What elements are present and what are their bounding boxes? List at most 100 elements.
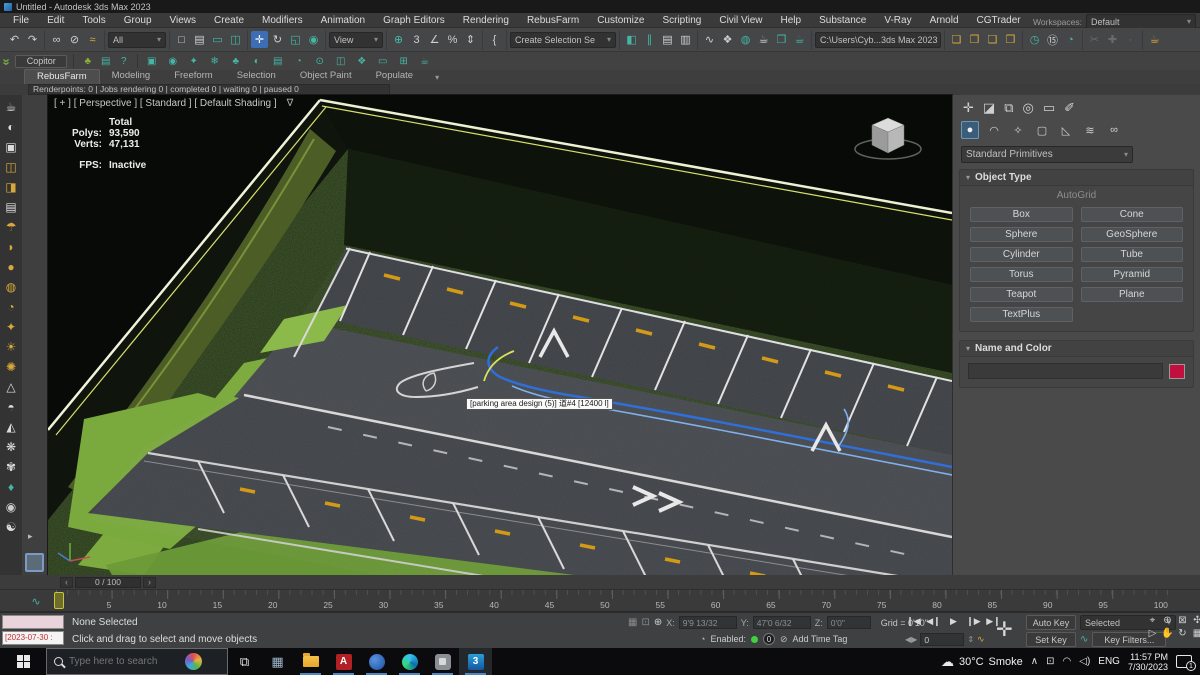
field-of-view-icon[interactable]: ▷: [1146, 628, 1159, 639]
next-frame-button[interactable]: ›: [143, 577, 156, 588]
menu-item-edit[interactable]: Edit: [38, 13, 73, 28]
vray-fur-icon[interactable]: ❋: [1, 437, 21, 456]
obj-btn-pyramid[interactable]: Pyramid: [1081, 267, 1184, 282]
add-time-tag[interactable]: Add Time Tag: [793, 634, 848, 644]
helpers-category-icon[interactable]: ◺: [1057, 121, 1075, 139]
vray-teapot-icon[interactable]: ☕: [1, 97, 21, 116]
obj-btn-cone[interactable]: Cone: [1081, 207, 1184, 222]
ribbon-tab-modeling[interactable]: Modeling: [100, 69, 163, 84]
vray-ambient-light-icon[interactable]: ✺: [1, 357, 21, 376]
menu-item-arnold[interactable]: Arnold: [921, 13, 968, 28]
video-frame-icon[interactable]: ⊞: [396, 54, 411, 69]
scene-undo-icon[interactable]: ◷: [1026, 31, 1043, 48]
current-frame-field[interactable]: 0: [920, 633, 964, 646]
render-setup-icon[interactable]: ☕: [755, 31, 772, 48]
motion-tab-icon[interactable]: ◎: [1023, 100, 1034, 116]
viewport-filter-icon[interactable]: ∇: [287, 98, 294, 109]
name-and-color-rollout-header[interactable]: ▾Name and Color: [960, 341, 1193, 357]
mini-curve-editor-icon[interactable]: ∿: [28, 594, 44, 609]
geometry-category-icon[interactable]: ●: [961, 121, 979, 139]
object-color-swatch[interactable]: [1169, 364, 1185, 379]
vray-camera-icon[interactable]: ▣: [1, 137, 21, 156]
viewport-layout-tab[interactable]: [25, 553, 44, 572]
ribbon-tab-rebusfarm[interactable]: RebusFarm: [24, 69, 100, 84]
menu-item-views[interactable]: Views: [161, 13, 206, 28]
pan-icon[interactable]: ✋: [1161, 628, 1174, 639]
camera-tools-icon[interactable]: ▣: [144, 54, 159, 69]
auto-key-button[interactable]: Auto Key: [1026, 615, 1076, 630]
snow-icon[interactable]: ❄: [207, 54, 222, 69]
menu-item-rebusfarm[interactable]: RebusFarm: [518, 13, 588, 28]
obj-btn-torus[interactable]: Torus: [970, 267, 1073, 282]
cameras-category-icon[interactable]: ▢: [1033, 121, 1051, 139]
search-input[interactable]: [69, 656, 179, 667]
edge-browser-app[interactable]: [393, 648, 426, 675]
zoom-all-icon[interactable]: ⊕: [1161, 615, 1174, 626]
menu-item-graph-editors[interactable]: Graph Editors: [374, 13, 454, 28]
timeline-ruler[interactable]: ∿ 05101520253035404550556065707580859095…: [0, 589, 1200, 612]
calculator-app[interactable]: ▦: [261, 648, 294, 675]
angle-snap-icon[interactable]: ∠: [426, 31, 443, 48]
menu-item-tools[interactable]: Tools: [73, 13, 114, 28]
mini-play-icon[interactable]: ▸: [28, 531, 33, 542]
clock[interactable]: 11:57 PM 7/30/2023: [1128, 652, 1168, 672]
menu-item-substance[interactable]: Substance: [810, 13, 875, 28]
create-tab-icon[interactable]: ✛: [963, 100, 974, 116]
vray-movie-camera-icon[interactable]: ▤: [1, 197, 21, 216]
frame-spinner-icon[interactable]: ⇕: [967, 635, 974, 644]
obj-btn-box[interactable]: Box: [970, 207, 1073, 222]
object-type-rollout-header[interactable]: ▾Object Type: [960, 170, 1193, 186]
transform-typein-icon[interactable]: ⊕: [654, 617, 662, 628]
ribbon-overflow-icon[interactable]: ▾: [435, 73, 439, 82]
bell-icon[interactable]: ◔: [291, 54, 306, 69]
copitor-button[interactable]: Copitor: [15, 55, 67, 68]
layers-tool-icon[interactable]: ◫: [333, 54, 348, 69]
menu-item-scripting[interactable]: Scripting: [653, 13, 710, 28]
file-explorer-app[interactable]: [294, 648, 327, 675]
taskbar-search[interactable]: [46, 648, 228, 675]
vray-flame-icon[interactable]: ♦: [1, 477, 21, 496]
window-crossing-icon[interactable]: ◫: [227, 31, 244, 48]
viewport-3d-scene[interactable]: [48, 95, 952, 575]
torus-tool-icon[interactable]: ⊙: [312, 54, 327, 69]
help-icon[interactable]: ?: [116, 54, 131, 69]
select-object-icon[interactable]: □: [173, 31, 190, 48]
systems-category-icon[interactable]: ∞: [1105, 121, 1123, 139]
tree-icon[interactable]: ♣: [228, 54, 243, 69]
project-path-dropdown[interactable]: C:\Users\Cyb...3ds Max 2023▾: [815, 32, 941, 48]
select-and-move-icon[interactable]: ✛: [251, 31, 268, 48]
ribbon-tab-populate[interactable]: Populate: [364, 69, 426, 84]
shapes-category-icon[interactable]: ◠: [985, 121, 1003, 139]
display-tab-icon[interactable]: ▭: [1043, 100, 1055, 116]
ribbon-tab-selection[interactable]: Selection: [225, 69, 288, 84]
key-mode-icon[interactable]: ∿: [977, 634, 985, 645]
vray-palette-icon[interactable]: ☯: [1, 517, 21, 536]
next-frame-icon[interactable]: ❙▶: [965, 616, 982, 627]
absolute-mode-icon[interactable]: ⊡: [641, 617, 649, 628]
rendered-frame-window-icon[interactable]: ❐: [773, 31, 790, 48]
space-warps-category-icon[interactable]: ≋: [1081, 121, 1099, 139]
named-selection-set-dropdown[interactable]: Create Selection Se▾: [510, 32, 616, 48]
zoom-extents-all-icon[interactable]: ✣: [1191, 615, 1200, 626]
maxscript-listener-pink[interactable]: [2, 615, 64, 629]
vray-ies-light-icon[interactable]: ✦: [1, 317, 21, 336]
forest-pack-icon[interactable]: ♣: [80, 54, 95, 69]
use-pivot-point-icon[interactable]: ⊕: [390, 31, 407, 48]
set-project-icon[interactable]: ❐: [966, 31, 983, 48]
3ds-max-app[interactable]: 3: [459, 648, 492, 675]
sphere-tool-icon[interactable]: ◐: [249, 54, 264, 69]
default-tangent-icon[interactable]: ∿: [1080, 634, 1088, 645]
palette-icon[interactable]: ❖: [354, 54, 369, 69]
time-slider-playhead[interactable]: [54, 592, 64, 609]
panel-tool-icon[interactable]: ▭: [375, 54, 390, 69]
select-and-link-icon[interactable]: ∞: [48, 31, 65, 48]
set-key-button[interactable]: Set Key: [1026, 632, 1076, 647]
toggle-ribbon-icon[interactable]: ▥: [677, 31, 694, 48]
language-indicator[interactable]: ENG: [1098, 656, 1120, 667]
viewcube[interactable]: [848, 107, 928, 175]
workspace-dropdown[interactable]: Default▾: [1086, 14, 1196, 29]
reference-coordinate-dropdown[interactable]: View▾: [329, 32, 383, 48]
y-coordinate-field[interactable]: 47'0 6/32: [753, 616, 811, 629]
select-and-rotate-icon[interactable]: ↻: [269, 31, 286, 48]
select-and-scale-icon[interactable]: ◱: [287, 31, 304, 48]
